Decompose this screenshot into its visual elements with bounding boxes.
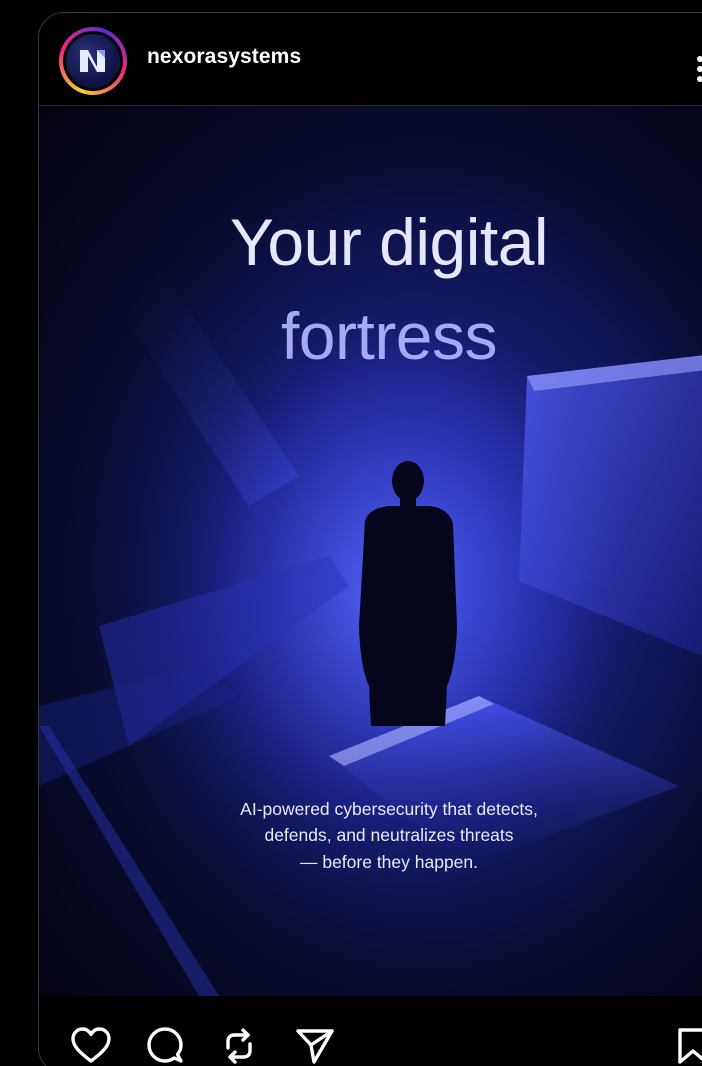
story-ring[interactable] <box>59 27 127 95</box>
headline-line-1: Your digital <box>229 205 549 279</box>
tagline-line-2: defends, and neutralizes threats <box>264 825 514 846</box>
nexora-logo-icon <box>66 34 120 88</box>
more-options-icon[interactable] <box>696 55 702 85</box>
repost-icon[interactable] <box>217 1024 261 1066</box>
tagline: AI-powered cybersecurity that detects, d… <box>39 796 702 875</box>
post-image[interactable]: Your digital fortress AI-powered cyberse… <box>39 106 702 996</box>
tagline-line-3: — before they happen. <box>299 851 479 872</box>
headline-line-2: fortress <box>280 298 498 373</box>
headline: Your digital fortress <box>39 196 702 383</box>
send-icon[interactable] <box>293 1024 337 1066</box>
avatar[interactable] <box>63 31 123 91</box>
comment-icon[interactable] <box>143 1024 187 1066</box>
post-card: nexorasystems Your digital fortress AI-p… <box>38 12 702 1066</box>
username[interactable]: nexorasystems <box>147 45 301 69</box>
bookmark-icon[interactable] <box>671 1024 702 1066</box>
post-actions <box>39 996 702 1066</box>
page: nexorasystems Your digital fortress AI-p… <box>0 0 702 1066</box>
heart-icon[interactable] <box>69 1024 113 1066</box>
post-header: nexorasystems <box>39 13 702 106</box>
tagline-line-1: AI-powered cybersecurity that detects, <box>240 799 538 819</box>
